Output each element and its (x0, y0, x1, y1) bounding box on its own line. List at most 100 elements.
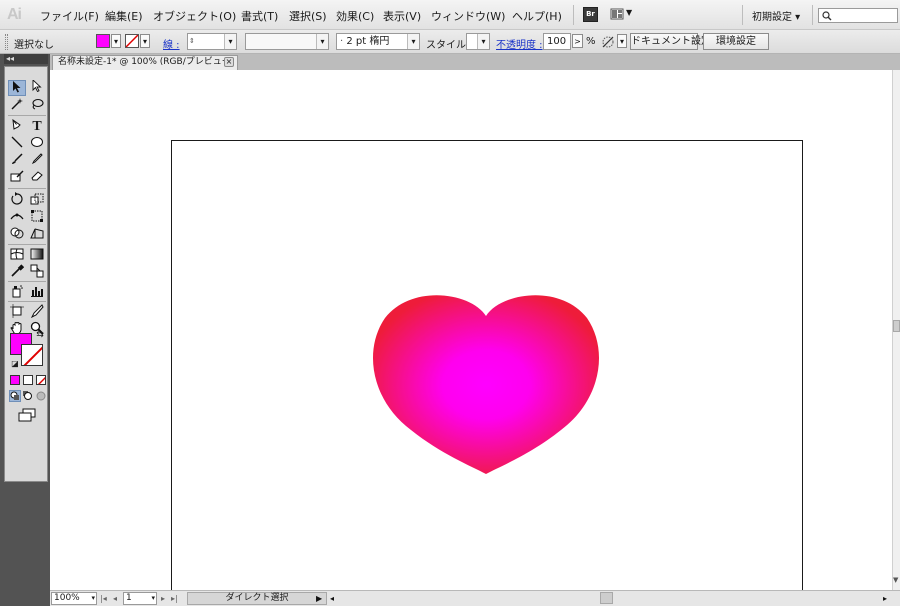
pen-tool-icon[interactable] (8, 118, 26, 135)
variable-width-field[interactable]: ▾ (245, 33, 329, 50)
heart-artwork[interactable] (371, 290, 601, 476)
blend-tool-icon[interactable] (28, 264, 46, 280)
artboard-tool-icon[interactable] (8, 304, 26, 320)
document-setup-button[interactable]: ドキュメント設定 (630, 33, 711, 50)
selection-status: 選択なし (14, 40, 54, 51)
zoom-field[interactable]: 100% ▾ (51, 592, 97, 605)
scroll-left-icon[interactable]: ◂ (330, 592, 334, 605)
chevron-down-icon: ▾ (407, 34, 419, 49)
last-artboard-icon[interactable]: ▸| (171, 592, 178, 605)
canvas[interactable] (50, 70, 892, 590)
search-input[interactable] (818, 8, 898, 23)
menu-help[interactable]: ヘルプ(H) (512, 8, 562, 24)
preferences-button[interactable]: 環境設定 (703, 33, 769, 50)
paintbrush-tool-icon[interactable] (8, 153, 26, 169)
direct-selection-tool-icon[interactable] (28, 78, 46, 96)
default-colors-icon[interactable]: ◪ (10, 359, 20, 369)
opacity-panel-link[interactable]: 不透明度 : (496, 36, 543, 51)
blob-brush-tool-icon[interactable] (8, 170, 26, 186)
perspective-grid-tool-icon[interactable] (28, 226, 46, 242)
scroll-down-icon[interactable]: ▼ (893, 576, 898, 584)
pencil-tool-icon[interactable] (28, 153, 46, 169)
close-icon[interactable]: × (224, 57, 234, 67)
menu-edit[interactable]: 編集(E) (105, 8, 143, 24)
menu-type[interactable]: 書式(T) (241, 8, 278, 24)
draw-inside-icon[interactable] (36, 391, 46, 401)
vertical-scrollbar[interactable]: ▼ (892, 70, 900, 590)
no-stroke-icon (126, 35, 138, 47)
selection-tool-icon[interactable] (8, 80, 26, 96)
swap-colors-icon[interactable]: ⇆ (34, 329, 46, 341)
color-mode-icon[interactable] (10, 375, 20, 385)
scale-tool-icon[interactable] (28, 192, 46, 208)
opacity-field[interactable]: 100 (543, 33, 571, 50)
menu-window[interactable]: ウィンドウ(W) (431, 8, 505, 24)
stroke-swatch[interactable] (125, 34, 139, 48)
recolor-dropdown[interactable]: ▾ (617, 34, 627, 48)
horizontal-scroll-thumb[interactable] (600, 592, 613, 604)
opacity-slider-button[interactable]: > (572, 34, 583, 48)
fill-swatch[interactable] (96, 34, 110, 48)
ellipse-tool-icon[interactable] (28, 136, 46, 152)
graphic-style-field[interactable]: ▾ (466, 33, 490, 50)
scroll-right-icon[interactable]: ▸ (883, 592, 887, 605)
menu-object[interactable]: オブジェクト(O) (153, 8, 236, 24)
arrange-dropdown-icon[interactable]: ▼ (626, 8, 632, 17)
chevron-down-icon: ▾ (91, 594, 95, 602)
vertical-scroll-thumb[interactable] (893, 320, 900, 332)
toolbox: T ◪ ⇆ (4, 66, 48, 482)
toolbox-divider (8, 115, 46, 116)
eyedropper-tool-icon[interactable] (8, 264, 26, 280)
app-logo: Ai (7, 6, 22, 23)
toolbox-divider (8, 244, 46, 245)
draw-behind-icon[interactable] (23, 391, 33, 401)
fill-dropdown[interactable]: ▾ (111, 34, 121, 48)
stepper-icon: ⇕ (189, 37, 195, 45)
document-tab[interactable]: 名称未設定-1* @ 100% (RGB/プレビュー) × (52, 55, 238, 70)
collapse-panel-icon[interactable]: ◂◂ (4, 54, 48, 64)
bridge-button[interactable]: Br (583, 7, 598, 22)
first-artboard-icon[interactable]: |◂ (100, 592, 107, 605)
none-mode-icon[interactable] (36, 375, 46, 385)
mesh-tool-icon[interactable] (8, 247, 26, 263)
panel-grip[interactable] (5, 34, 8, 50)
magic-wand-tool-icon[interactable] (8, 97, 26, 113)
lasso-tool-icon[interactable] (28, 97, 46, 113)
workspace-switcher[interactable]: 初期設定 ▾ (752, 8, 800, 23)
screen-mode-icon[interactable] (17, 408, 37, 422)
width-tool-icon[interactable] (8, 209, 26, 225)
document-tab-bar: 名称未設定-1* @ 100% (RGB/プレビュー) × (50, 54, 900, 70)
stroke-panel-link[interactable]: 線 : (163, 36, 180, 51)
arrange-documents-icon[interactable] (610, 7, 624, 22)
line-segment-tool-icon[interactable] (8, 136, 26, 152)
menu-file[interactable]: ファイル(F) (40, 8, 99, 24)
control-bar: 選択なし ▾ ▾ 線 : ⇕ ▾ ▾ · 2 pt 楕円 ▾ スタイル : ▾ … (0, 30, 900, 54)
slice-tool-icon[interactable] (28, 304, 46, 320)
status-menu-icon[interactable]: ▶ (316, 592, 322, 605)
draw-normal-icon[interactable] (9, 390, 21, 402)
column-graph-tool-icon[interactable] (28, 284, 46, 300)
free-transform-tool-icon[interactable] (28, 209, 46, 225)
stroke-color-box[interactable] (21, 344, 43, 366)
next-artboard-icon[interactable]: ▸ (161, 592, 165, 605)
gradient-mode-icon[interactable] (23, 375, 33, 385)
brush-definition-field[interactable]: · 2 pt 楕円 ▾ (336, 33, 420, 50)
menu-effect[interactable]: 効果(C) (336, 8, 374, 24)
symbol-sprayer-tool-icon[interactable] (8, 284, 26, 300)
menu-separator (742, 5, 743, 25)
rotate-tool-icon[interactable] (8, 192, 26, 208)
recolor-artwork-icon[interactable] (601, 34, 617, 49)
artboard-number-field[interactable]: 1 ▾ (123, 592, 157, 605)
shape-builder-tool-icon[interactable] (8, 226, 26, 242)
stroke-weight-field[interactable]: ⇕ ▾ (187, 33, 237, 50)
previous-artboard-icon[interactable]: ◂ (113, 592, 117, 605)
stroke-dropdown[interactable]: ▾ (140, 34, 150, 48)
menu-select[interactable]: 選択(S) (289, 8, 327, 24)
menu-view[interactable]: 表示(V) (383, 8, 421, 24)
tools-panel: ◂◂ T ◪ ⇆ (0, 54, 50, 606)
status-display[interactable]: ダイレクト選択 (187, 592, 327, 605)
eraser-tool-icon[interactable] (28, 170, 46, 186)
type-tool-icon[interactable]: T (28, 119, 46, 135)
chevron-down-icon: ▾ (151, 594, 155, 602)
gradient-tool-icon[interactable] (28, 247, 46, 263)
